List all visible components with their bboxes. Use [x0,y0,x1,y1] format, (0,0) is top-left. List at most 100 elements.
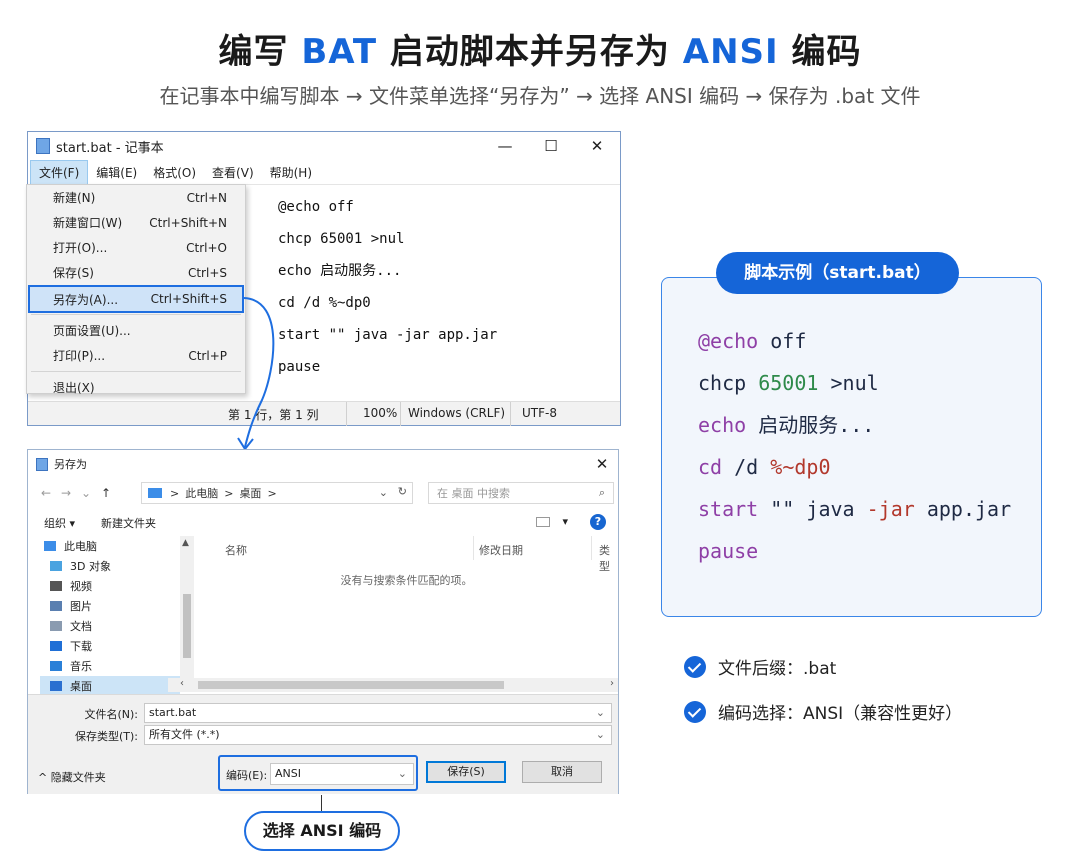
notepad-code: @echo off chcp 65001 >nul echo 启动服务... c… [278,191,497,383]
dialog-close-button[interactable]: ✕ [586,455,618,473]
tree-label: 视频 [70,580,92,593]
empty-message: 没有与搜索条件匹配的项。 [340,574,473,587]
scroll-right-icon[interactable]: › [610,678,614,689]
menu-item-save[interactable]: 保存(S) Ctrl+S [27,260,245,285]
checklist-text: 文件后缀：.bat [718,659,837,679]
download-icon [50,641,62,651]
scroll-left-icon[interactable]: ‹ [180,678,184,689]
column-header-date[interactable]: 修改日期 [479,542,523,558]
tree-item-3d-objects[interactable]: 3D 对象 [40,556,180,576]
minimize-button[interactable]: — [482,132,528,160]
hide-folders-button[interactable]: ^ 隐藏文件夹 [38,769,106,785]
breadcrumb-this-pc[interactable]: 此电脑 [185,485,218,501]
encoding-select[interactable]: ANSI ⌄ [270,763,414,785]
pictures-icon [50,601,62,611]
breadcrumb-desktop[interactable]: 桌面 [239,485,261,501]
refresh-icon[interactable]: ↻ [398,485,407,498]
horizontal-scrollbar[interactable]: ‹ › [168,678,618,692]
tree-label: 文档 [70,620,92,633]
scroll-up-icon[interactable]: ▲ [182,538,189,548]
example-line-4: cd /d %~dp0 [698,455,831,479]
column-separator [591,536,592,560]
tree-item-desktop[interactable]: 桌面 [40,676,180,696]
chevron-down-icon[interactable]: ⌄ [398,764,407,784]
menu-separator [31,314,241,315]
title-text-end: 编码 [778,32,862,72]
dialog-title: 另存为 [54,458,87,471]
menu-help[interactable]: 帮助(H) [262,161,320,184]
notepad-statusbar: 第 1 行，第 1 列 100% Windows (CRLF) UTF-8 [28,401,620,426]
cancel-button[interactable]: 取消 [522,761,602,783]
tree-item-pictures[interactable]: 图片 [40,596,180,616]
code-line: cd /d %~dp0 [278,295,371,311]
check-circle-icon [684,700,706,723]
address-bar-row: ← → ⌄ ↑ > 此电脑 > 桌面 > ⌄ ↻ 在 桌面 中搜索 ⌕ [36,482,614,504]
tree-item-videos[interactable]: 视频 [40,576,180,596]
menu-format[interactable]: 格式(O) [145,161,204,184]
menu-file[interactable]: 文件(F) [30,159,89,185]
scroll-thumb[interactable] [198,681,504,689]
file-menu-dropdown: 新建(N) Ctrl+N 新建窗口(W) Ctrl+Shift+N 打开(O)...… [26,184,246,395]
filename-field[interactable]: start.bat ⌄ [144,703,612,723]
code-line: pause [278,359,321,375]
tree-item-this-pc[interactable]: 此电脑 [40,536,180,556]
menu-item-shortcut: Ctrl+P [188,348,227,363]
menu-item-save-as[interactable]: 另存为(A)... Ctrl+Shift+S [28,285,244,313]
status-encoding: UTF-8 [522,406,557,420]
scroll-thumb[interactable] [183,594,191,658]
tree-item-music[interactable]: 音乐 [40,656,180,676]
title-text: 编写 [218,32,302,72]
code-line: @echo off [278,199,354,215]
menu-item-exit[interactable]: 退出(X) [27,375,245,400]
desktop-icon [50,681,62,691]
encoding-callout: 选择 ANSI 编码 [244,811,400,851]
new-folder-button[interactable]: 新建文件夹 [101,515,156,531]
help-icon[interactable]: ? [590,514,606,530]
menu-item-print[interactable]: 打印(P)... Ctrl+P [27,343,245,368]
tree-scrollbar[interactable]: ▲ [180,536,194,692]
encoding-label: 编码(E): [226,769,268,782]
view-dropdown-icon[interactable]: ▾ [562,515,568,528]
music-icon [50,661,62,671]
chevron-down-icon[interactable]: ⌄ [596,726,605,744]
organize-button[interactable]: 组织 ▾ [44,515,75,531]
recent-locations-button[interactable]: ⌄ [76,486,96,500]
column-header-name[interactable]: 名称 [225,542,247,558]
status-position: 第 1 行，第 1 列 [228,408,319,422]
tree-item-documents[interactable]: 文档 [40,616,180,636]
up-button[interactable]: ↑ [96,486,116,500]
menu-item-new[interactable]: 新建(N) Ctrl+N [27,185,245,210]
address-box[interactable]: > 此电脑 > 桌面 > ⌄ ↻ [141,482,413,504]
breadcrumb-sep: > [224,486,234,500]
menu-item-new-window[interactable]: 新建窗口(W) Ctrl+Shift+N [27,210,245,235]
view-options-icon[interactable] [536,517,550,527]
menu-edit[interactable]: 编辑(E) [88,161,145,184]
maximize-button[interactable]: ☐ [528,132,574,160]
forward-button[interactable]: → [56,486,76,500]
tree-item-downloads[interactable]: 下载 [40,636,180,656]
chevron-down-icon[interactable]: ⌄ [379,486,388,499]
search-placeholder: 在 桌面 中搜索 [437,487,510,500]
menu-item-shortcut: Ctrl+O [186,240,227,255]
tree-label: 音乐 [70,660,92,673]
script-example-panel: @echo off chcp 65001 >nul echo 启动服务... c… [661,277,1042,617]
status-line-ending: Windows (CRLF) [408,406,506,420]
menu-item-page-setup[interactable]: 页面设置(U)... [27,318,245,343]
filetype-select[interactable]: 所有文件 (*.*) ⌄ [144,725,612,745]
back-button[interactable]: ← [36,486,56,500]
menu-view[interactable]: 查看(V) [204,161,262,184]
menu-item-label: 保存(S) [53,266,94,280]
code-line: chcp 65001 >nul [278,231,405,247]
example-code: @echo off chcp 65001 >nul echo 启动服务... c… [698,320,1011,572]
tree-label: 桌面 [70,680,92,693]
close-button[interactable]: ✕ [574,132,620,160]
checklist-item-encoding: 编码选择：ANSI（兼容性更好） [684,699,962,724]
search-input[interactable]: 在 桌面 中搜索 ⌕ [428,482,614,504]
check-circle-icon [684,655,706,678]
menu-item-open[interactable]: 打开(O)... Ctrl+O [27,235,245,260]
save-button[interactable]: 保存(S) [426,761,506,783]
chevron-down-icon[interactable]: ⌄ [596,704,605,722]
example-line-2: chcp 65001 >nul [698,371,879,395]
computer-icon [44,541,56,551]
column-header-type[interactable]: 类型 [599,542,618,574]
